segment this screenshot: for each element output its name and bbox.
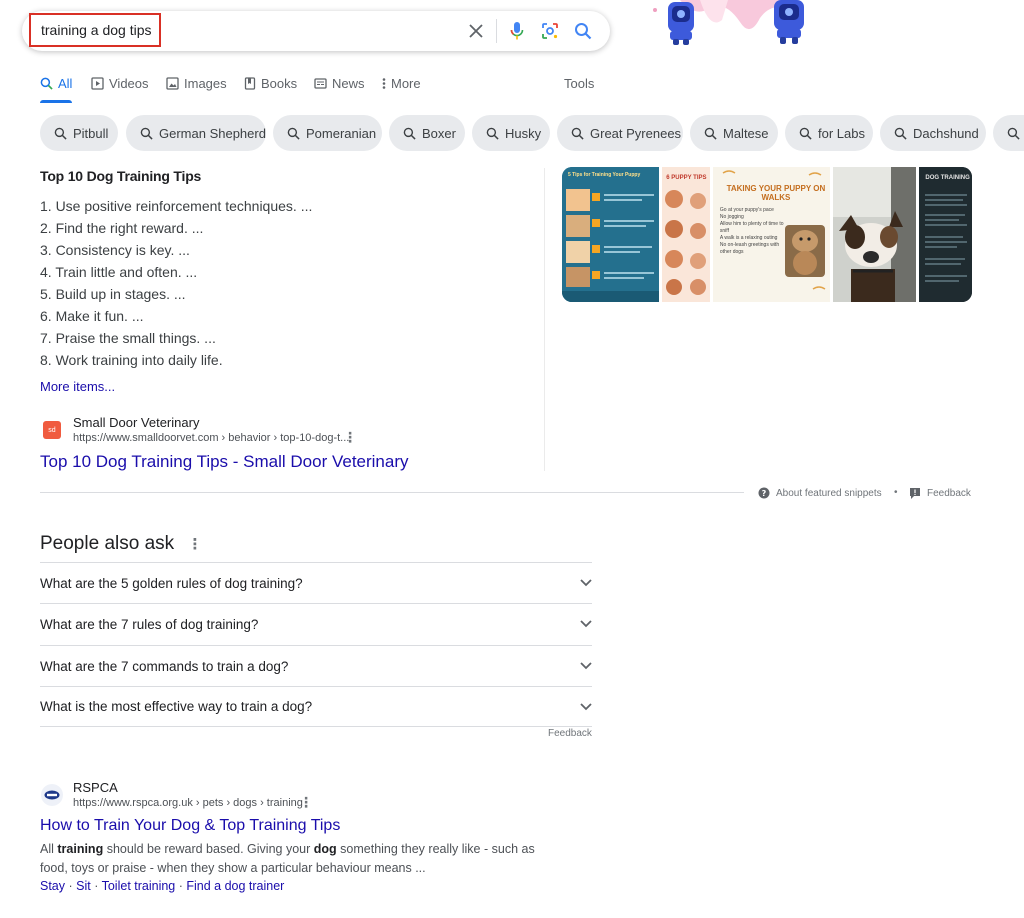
sitelinks: Stay · Sit · Toilet training · Find a do…: [40, 879, 285, 893]
search-icon: [140, 127, 153, 140]
search-icon: [799, 127, 812, 140]
sitelink-find-trainer[interactable]: Find a dog trainer: [186, 879, 284, 893]
source-name: Small Door Veterinary: [73, 415, 200, 430]
tab-news[interactable]: News: [314, 76, 365, 91]
chip-pitbull[interactable]: Pitbull: [40, 115, 118, 151]
search-icon: [403, 127, 416, 140]
tab-books[interactable]: Books: [244, 76, 297, 91]
book-icon: [244, 77, 256, 90]
chip-dachshund[interactable]: Dachshund: [880, 115, 986, 151]
search-icon: [486, 127, 499, 140]
more-items-link[interactable]: More items...: [40, 379, 115, 394]
list-item: 2. Find the right reward. ...: [40, 220, 204, 236]
active-tab-indicator: [40, 100, 72, 103]
image-tile[interactable]: 6 PUPPY TIPS: [662, 167, 710, 302]
site-favicon: [41, 784, 63, 806]
image-tile[interactable]: 5 Tips for Training Your Puppy: [562, 167, 660, 302]
feedback-icon: [910, 488, 920, 499]
kebab-icon: [382, 78, 386, 89]
search-icon: [54, 127, 67, 140]
search-icon: [40, 77, 53, 90]
image-tile[interactable]: TAKING YOUR PUPPY ON WALKS Go at your pu…: [712, 167, 831, 302]
tips-list: 1. Use positive reinforcement techniques…: [40, 195, 312, 371]
microphone-icon[interactable]: [505, 19, 529, 43]
camera-lens-icon[interactable]: [538, 19, 562, 43]
chevron-down-icon: [580, 662, 592, 670]
search-bar[interactable]: training a dog tips: [22, 11, 610, 51]
search-icon: [1007, 127, 1020, 140]
chip-maltese[interactable]: Maltese: [690, 115, 778, 151]
featured-result-link[interactable]: Top 10 Dog Training Tips - Small Door Ve…: [40, 452, 409, 472]
list-item: 4. Train little and often. ...: [40, 264, 198, 280]
chevron-down-icon: [580, 620, 592, 628]
chip-husky[interactable]: Husky: [472, 115, 550, 151]
image-tile[interactable]: [833, 167, 917, 302]
about-featured-snippets[interactable]: ? About featured snippets: [758, 487, 882, 499]
snippet-separator: [40, 492, 744, 493]
play-icon: [91, 77, 104, 90]
tab-images[interactable]: Images: [166, 76, 227, 91]
paa-question[interactable]: What are the 5 golden rules of dog train…: [40, 562, 592, 603]
svg-text:?: ?: [762, 489, 767, 498]
search-icon: [894, 127, 907, 140]
chip-german-shepherd[interactable]: German Shepherd: [126, 115, 266, 151]
chip-for-labs[interactable]: for Labs: [785, 115, 873, 151]
featured-snippet-title: Top 10 Dog Training Tips: [40, 168, 202, 184]
chip-pomeranian[interactable]: Pomeranian: [273, 115, 382, 151]
tools-button[interactable]: Tools: [564, 76, 594, 91]
doodle-image[interactable]: [640, 0, 810, 48]
image-icon: [166, 77, 179, 90]
site-favicon: sd: [43, 421, 61, 439]
chip-boxer[interactable]: Boxer: [389, 115, 465, 151]
search-icon: [287, 127, 300, 140]
paa-feedback[interactable]: Feedback: [548, 728, 592, 739]
image-tile[interactable]: DOG TRAINING: [919, 167, 972, 302]
tab-videos[interactable]: Videos: [91, 76, 149, 91]
result-menu-icon[interactable]: ⋮: [299, 795, 313, 809]
sitelink-sit[interactable]: Sit: [76, 879, 91, 893]
search-icon: [704, 127, 717, 140]
list-item: 1. Use positive reinforcement techniques…: [40, 198, 313, 214]
source-url: https://www.smalldoorvet.com › behavior …: [73, 432, 350, 444]
news-icon: [314, 78, 327, 89]
sitelink-toilet-training[interactable]: Toilet training: [102, 879, 176, 893]
list-item: 6. Make it fun. ...: [40, 308, 144, 324]
paa-question[interactable]: What are the 7 commands to train a dog?: [40, 645, 592, 686]
clear-icon[interactable]: [464, 19, 488, 43]
dot-separator: •: [894, 487, 898, 498]
source-name: RSPCA: [73, 780, 118, 795]
search-input[interactable]: training a dog tips: [41, 22, 152, 38]
source-url: https://www.rspca.org.uk › pets › dogs ›…: [73, 797, 303, 809]
paa-question[interactable]: What are the 7 rules of dog training?: [40, 603, 592, 644]
result-menu-icon[interactable]: ⋮: [343, 430, 357, 444]
chevron-down-icon: [580, 579, 592, 587]
paa-question[interactable]: What is the most effective way to train …: [40, 686, 592, 727]
search-icon[interactable]: [571, 19, 595, 43]
search-icon: [571, 127, 584, 140]
people-also-ask-title: People also ask ⋮: [40, 533, 203, 554]
tab-more[interactable]: More: [382, 76, 421, 91]
snippet-divider: [544, 168, 545, 471]
chip-overflow[interactable]: [993, 115, 1024, 151]
chip-great-pyrenees[interactable]: Great Pyrenees: [557, 115, 683, 151]
list-item: 7. Praise the small things. ...: [40, 330, 216, 346]
list-item: 8. Work training into daily life.: [40, 352, 223, 368]
help-icon: ?: [758, 487, 770, 499]
paa-menu-icon[interactable]: ⋮: [187, 536, 202, 553]
featured-feedback[interactable]: Feedback: [909, 487, 971, 499]
featured-images[interactable]: 5 Tips for Training Your Puppy 6 PUPPY T…: [562, 167, 972, 302]
result-title-link[interactable]: How to Train Your Dog & Top Training Tip…: [40, 817, 340, 835]
list-item: 5. Build up in stages. ...: [40, 286, 186, 302]
result-snippet: All training should be reward based. Giv…: [40, 842, 535, 875]
search-divider: [496, 19, 497, 43]
sitelink-stay[interactable]: Stay: [40, 879, 65, 893]
chevron-down-icon: [580, 702, 592, 710]
tab-all[interactable]: All: [40, 76, 72, 91]
list-item: 3. Consistency is key. ...: [40, 242, 190, 258]
